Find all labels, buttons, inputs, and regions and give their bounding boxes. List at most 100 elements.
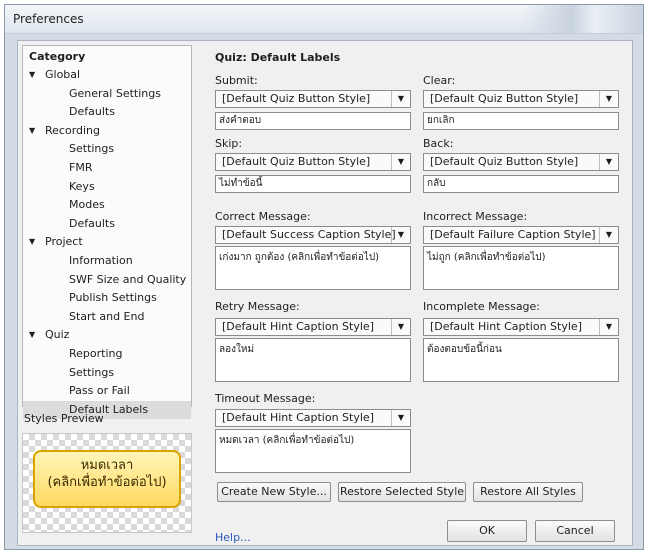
back-style-value: [Default Quiz Button Style] [430, 155, 579, 168]
retry-message-label: Retry Message: [215, 300, 300, 313]
incorrect-message-textarea[interactable]: ไม่ถูก (คลิกเพื่อทำข้อต่อไป) [423, 246, 619, 290]
chevron-down-icon: ▼ [391, 410, 410, 426]
back-text-field[interactable]: กลับ [423, 175, 619, 193]
correct-style-dropdown[interactable]: [Default Success Caption Style] ▼ [215, 226, 411, 244]
category-item-label: General Settings [69, 86, 161, 100]
dialog-body: Category ▼ Global General Settings Defaults… [17, 40, 633, 546]
chevron-down-icon: ▼ [391, 154, 410, 170]
category-item-reporting[interactable]: Reporting [23, 345, 191, 363]
category-item-label: Information [69, 254, 133, 267]
styles-preview-label: Styles Preview [24, 412, 104, 425]
category-item-keys[interactable]: Keys [23, 178, 191, 196]
category-item-label: FMR [69, 161, 93, 174]
category-item-global[interactable]: ▼ Global [23, 66, 191, 84]
category-item-swf-size-and-quality[interactable]: SWF Size and Quality [23, 271, 191, 289]
category-item-quiz[interactable]: ▼ Quiz [23, 326, 191, 344]
chevron-down-icon: ▼ [391, 91, 410, 107]
category-item-settings[interactable]: Settings [23, 364, 191, 382]
triangle-down-icon[interactable]: ▼ [29, 66, 35, 84]
incorrect-style-dropdown[interactable]: [Default Failure Caption Style] ▼ [423, 226, 619, 244]
preview-caption-line1: หมดเวลา [80, 458, 134, 473]
category-item-label: Defaults [69, 105, 115, 119]
submit-style-value: [Default Quiz Button Style] [222, 92, 371, 105]
preferences-window: Preferences Category ▼ Global General Sett… [4, 4, 644, 550]
restore-all-styles-button[interactable]: Restore All Styles [473, 482, 583, 502]
create-new-style-button[interactable]: Create New Style... [217, 482, 331, 502]
timeout-style-dropdown[interactable]: [Default Hint Caption Style] ▼ [215, 409, 411, 427]
incomplete-message-textarea[interactable]: ต้องตอบข้อนี้ก่อน [423, 338, 619, 382]
category-item-settings[interactable]: Settings [23, 140, 191, 158]
clear-style-dropdown[interactable]: [Default Quiz Button Style] ▼ [423, 90, 619, 108]
retry-style-dropdown[interactable]: [Default Hint Caption Style] ▼ [215, 318, 411, 336]
category-item-modes[interactable]: Modes [23, 196, 191, 214]
title-bar-decoration [523, 5, 643, 33]
timeout-message-textarea[interactable]: หมดเวลา (คลิกเพื่อทำข้อต่อไป) [215, 429, 411, 473]
triangle-down-icon[interactable]: ▼ [29, 326, 35, 344]
chevron-down-icon: ▼ [391, 319, 410, 335]
incorrect-message-label: Incorrect Message: [423, 210, 528, 223]
cancel-button[interactable]: Cancel [535, 520, 615, 542]
skip-text-field[interactable]: ไม่ทำข้อนี้ [215, 175, 411, 193]
preview-caption-line2: (คลิกเพื่อทำข้อต่อไป) [47, 475, 167, 490]
chevron-down-icon: ▼ [599, 227, 618, 243]
submit-text-field[interactable]: ส่งคำตอบ [215, 112, 411, 130]
category-item-label: Settings [69, 142, 115, 156]
submit-label: Submit: [215, 74, 258, 87]
incomplete-style-value: [Default Hint Caption Style] [430, 320, 582, 333]
skip-style-dropdown[interactable]: [Default Quiz Button Style] ▼ [215, 153, 411, 171]
styles-preview: หมดเวลา (คลิกเพื่อทำข้อต่อไป) [22, 433, 192, 533]
help-link[interactable]: Help... [215, 531, 251, 544]
category-item-general-settings[interactable]: General Settings [23, 85, 191, 103]
category-item-start-and-end[interactable]: Start and End [23, 308, 191, 326]
correct-message-textarea[interactable]: เก่งมาก ถูกต้อง (คลิกเพื่อทำข้อต่อไป) [215, 246, 411, 290]
restore-selected-style-button[interactable]: Restore Selected Style [338, 482, 466, 502]
triangle-down-icon[interactable]: ▼ [29, 122, 35, 140]
category-item-fmr[interactable]: FMR [23, 159, 191, 177]
correct-message-label: Correct Message: [215, 210, 311, 223]
category-item-label: Publish Settings [69, 291, 157, 305]
clear-label: Clear: [423, 74, 456, 87]
skip-label: Skip: [215, 137, 243, 150]
incomplete-message-label: Incomplete Message: [423, 300, 541, 313]
category-item-pass-or-fail[interactable]: Pass or Fail [23, 382, 191, 400]
clear-style-value: [Default Quiz Button Style] [430, 92, 579, 105]
correct-style-value: [Default Success Caption Style] [222, 228, 396, 241]
triangle-down-icon[interactable]: ▼ [29, 233, 35, 251]
chevron-down-icon: ▼ [599, 319, 618, 335]
category-item-label: Recording [45, 123, 101, 137]
submit-style-dropdown[interactable]: [Default Quiz Button Style] ▼ [215, 90, 411, 108]
incorrect-style-value: [Default Failure Caption Style] [430, 228, 596, 241]
category-item-information[interactable]: Information [23, 252, 191, 270]
back-style-dropdown[interactable]: [Default Quiz Button Style] ▼ [423, 153, 619, 171]
category-item-label: Project [45, 235, 83, 249]
category-item-recording[interactable]: ▼ Recording [23, 122, 191, 140]
timeout-message-label: Timeout Message: [215, 392, 316, 405]
clear-text-field[interactable]: ยกเลิก [423, 112, 619, 130]
category-item-label: Quiz [45, 328, 70, 342]
category-item-project[interactable]: ▼ Project [23, 233, 191, 251]
incomplete-style-dropdown[interactable]: [Default Hint Caption Style] ▼ [423, 318, 619, 336]
retry-message-textarea[interactable]: ลองใหม่ [215, 338, 411, 382]
title-bar: Preferences [5, 5, 643, 34]
category-item-defaults[interactable]: Defaults [23, 103, 191, 121]
ok-button[interactable]: OK [447, 520, 527, 542]
category-item-defaults[interactable]: Defaults [23, 215, 191, 233]
window-title: Preferences [13, 12, 84, 26]
chevron-down-icon: ▼ [599, 154, 618, 170]
category-header: Category [29, 50, 86, 63]
category-item-label: Settings [69, 365, 115, 379]
category-item-publish-settings[interactable]: Publish Settings [23, 289, 191, 307]
skip-style-value: [Default Quiz Button Style] [222, 155, 371, 168]
timeout-style-value: [Default Hint Caption Style] [222, 411, 374, 424]
category-item-label: Start and End [69, 309, 145, 323]
category-item-label: Reporting [69, 347, 123, 360]
category-item-label: Pass or Fail [69, 384, 130, 398]
preview-caption: หมดเวลา (คลิกเพื่อทำข้อต่อไป) [33, 450, 181, 508]
category-item-label: Keys [69, 179, 95, 193]
section-title: Quiz: Default Labels [215, 51, 341, 64]
category-item-label: SWF Size and Quality [69, 272, 187, 286]
chevron-down-icon: ▼ [391, 227, 410, 243]
chevron-down-icon: ▼ [599, 91, 618, 107]
category-panel: Category ▼ Global General Settings Defaults… [22, 45, 192, 419]
category-item-label: Defaults [69, 216, 115, 230]
